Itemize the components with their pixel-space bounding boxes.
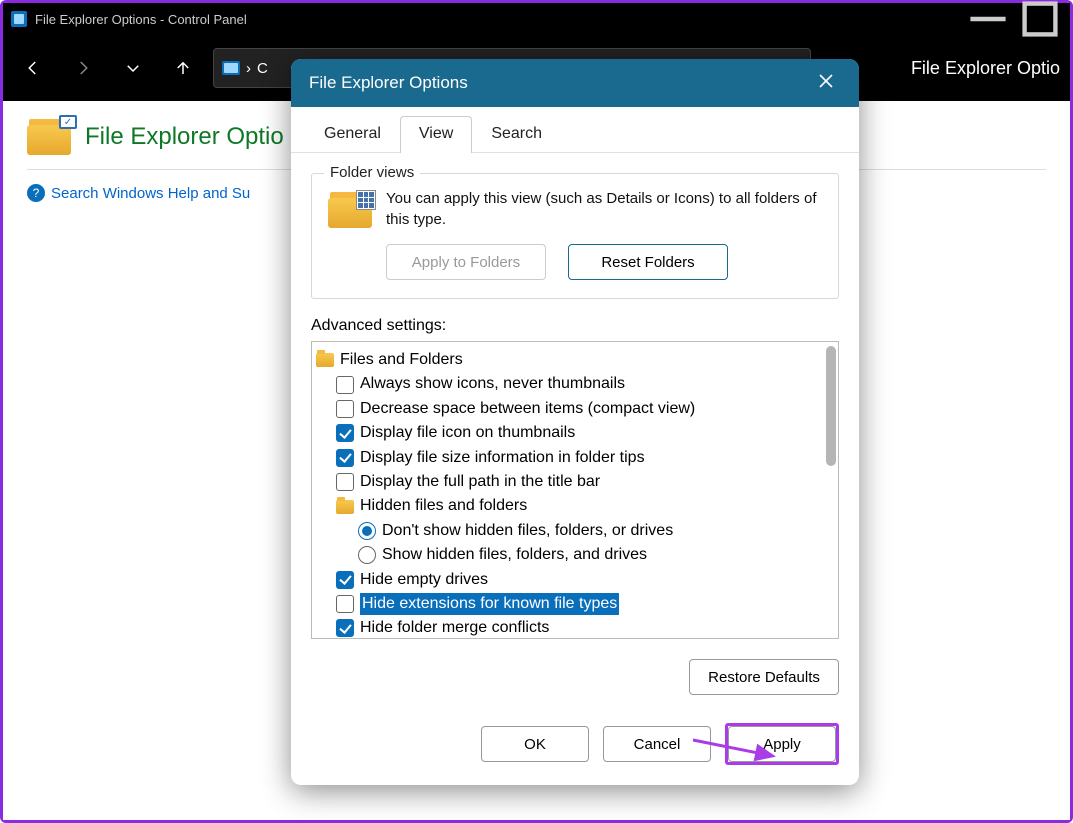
apply-button[interactable]: Apply <box>728 726 836 762</box>
maximize-button[interactable] <box>1018 3 1062 35</box>
checkbox[interactable] <box>336 376 354 394</box>
dialog-title: File Explorer Options <box>309 73 468 93</box>
restore-defaults-button[interactable]: Restore Defaults <box>689 659 839 695</box>
checkbox[interactable] <box>336 424 354 442</box>
radio[interactable] <box>358 546 376 564</box>
folder-options-icon: ✓ <box>27 119 71 155</box>
folder-views-icon <box>328 192 372 228</box>
apply-highlight: Apply <box>725 723 839 765</box>
advanced-settings-tree[interactable]: Files and Folders Always show icons, nev… <box>311 341 839 639</box>
breadcrumb-item[interactable]: C <box>257 60 268 77</box>
help-icon: ? <box>27 184 45 202</box>
apply-to-folders-button: Apply to Folders <box>386 244 546 280</box>
forward-button[interactable] <box>63 48 103 88</box>
tree-item[interactable]: Show hidden files, folders, and drives <box>382 544 647 566</box>
tree-item[interactable]: Hide folder merge conflicts <box>360 617 549 639</box>
folder-views-label: Folder views <box>324 164 420 181</box>
tab-search[interactable]: Search <box>472 116 561 153</box>
app-icon <box>11 11 27 27</box>
tree-group: Files and Folders <box>340 349 463 371</box>
tab-view[interactable]: View <box>400 116 472 153</box>
dialog-close-button[interactable] <box>811 66 841 101</box>
window-titlebar: File Explorer Options - Control Panel <box>3 3 1070 35</box>
checkbox[interactable] <box>336 449 354 467</box>
tree-scrollbar[interactable] <box>826 346 836 466</box>
tree-item[interactable]: Always show icons, never thumbnails <box>360 373 625 395</box>
advanced-settings-label: Advanced settings: <box>311 317 839 335</box>
tree-item[interactable]: Hide empty drives <box>360 569 488 591</box>
checkbox[interactable] <box>336 400 354 418</box>
dialog-titlebar: File Explorer Options <box>291 59 859 107</box>
cancel-button[interactable]: Cancel <box>603 726 711 762</box>
back-button[interactable] <box>13 48 53 88</box>
folder-views-desc: You can apply this view (such as Details… <box>386 188 822 230</box>
folder-icon <box>316 353 334 367</box>
tree-item[interactable]: Decrease space between items (compact vi… <box>360 398 695 420</box>
tree-item-selected[interactable]: Hide extensions for known file types <box>360 593 619 615</box>
tree-item[interactable]: Display the full path in the title bar <box>360 471 600 493</box>
checkbox[interactable] <box>336 619 354 637</box>
minimize-button[interactable] <box>966 3 1010 35</box>
folder-icon <box>336 500 354 514</box>
help-text: Search Windows Help and Su <box>51 185 250 202</box>
tree-item[interactable]: Display file size information in folder … <box>360 447 645 469</box>
file-explorer-options-dialog: File Explorer Options General View Searc… <box>291 59 859 785</box>
tree-group: Hidden files and folders <box>360 495 527 517</box>
radio[interactable] <box>358 522 376 540</box>
dialog-tabs: General View Search <box>291 115 859 153</box>
window-title: File Explorer Options - Control Panel <box>35 12 247 27</box>
tab-general[interactable]: General <box>305 116 400 153</box>
reset-folders-button[interactable]: Reset Folders <box>568 244 728 280</box>
dialog-footer: OK Cancel Apply <box>291 709 859 785</box>
recent-dropdown[interactable] <box>113 48 153 88</box>
ok-button[interactable]: OK <box>481 726 589 762</box>
folder-views-group: Folder views You can apply this view (su… <box>311 173 839 299</box>
tree-item[interactable]: Display file icon on thumbnails <box>360 422 575 444</box>
search-box[interactable]: File Explorer Optio <box>911 58 1060 79</box>
page-title: File Explorer Optio <box>85 123 284 151</box>
checkbox[interactable] <box>336 595 354 613</box>
checkbox[interactable] <box>336 473 354 491</box>
tree-item[interactable]: Don't show hidden files, folders, or dri… <box>382 520 673 542</box>
breadcrumb-separator: › <box>246 60 251 77</box>
up-button[interactable] <box>163 48 203 88</box>
address-icon <box>222 61 240 75</box>
checkbox[interactable] <box>336 571 354 589</box>
